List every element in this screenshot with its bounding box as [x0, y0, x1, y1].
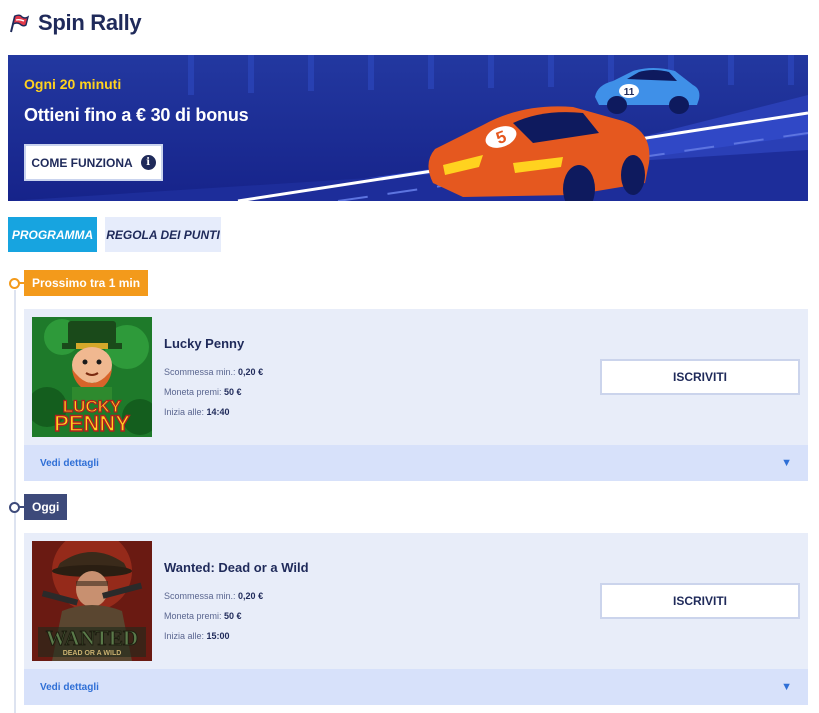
min-bet-label: Scommessa min.: — [164, 591, 236, 601]
min-bet-label: Scommessa min.: — [164, 367, 236, 377]
info-icon: i — [140, 155, 156, 170]
chevron-down-icon: ▼ — [781, 681, 792, 693]
svg-text:11: 11 — [624, 87, 635, 98]
thumbnail-logo-line2: PENNY — [54, 411, 130, 436]
join-button[interactable]: ISCRIVITI — [600, 359, 800, 395]
details-toggle[interactable]: Vedi dettagli ▼ — [24, 669, 808, 705]
prize-row: Moneta premi: 50 € — [164, 611, 242, 621]
page-header: Spin Rally — [8, 8, 142, 38]
min-bet-value: 0,20 € — [238, 591, 264, 601]
game-thumbnail[interactable]: LUCKY PENNY — [32, 317, 152, 437]
start-time-row: Inizia alle: 15:00 — [164, 631, 230, 641]
thumbnail-logo-line2: DEAD OR A WILD — [63, 650, 122, 657]
prize-value: 50 € — [224, 611, 242, 621]
start-time-row: Inizia alle: 14:40 — [164, 407, 230, 417]
details-label: Vedi dettagli — [40, 457, 99, 469]
game-thumbnail[interactable]: WANTED DEAD OR A WILD — [32, 541, 152, 661]
status-badge: Prossimo tra 1 min — [24, 270, 149, 296]
flag-icon — [10, 14, 30, 33]
tournament-card: WANTED DEAD OR A WILD Wanted: Dead or a … — [24, 533, 808, 705]
prize-row: Moneta premi: 50 € — [164, 387, 242, 397]
min-bet-value: 0,20 € — [238, 367, 264, 377]
min-bet-row: Scommessa min.: 0,20 € — [164, 367, 263, 377]
how-it-works-label: COME FUNZIONA — [31, 155, 133, 170]
game-title[interactable]: Wanted: Dead or a Wild — [164, 560, 309, 575]
join-button[interactable]: ISCRIVITI — [600, 583, 800, 619]
start-time-label: Inizia alle: — [164, 407, 205, 417]
prize-label: Moneta premi: — [164, 387, 222, 397]
start-time-value: 15:00 — [206, 631, 230, 641]
status-badge: Oggi — [24, 494, 68, 520]
chevron-down-icon: ▼ — [781, 457, 792, 469]
tab-bar: PROGRAMMA REGOLA DEI PUNTI — [8, 217, 221, 252]
details-label: Vedi dettagli — [40, 681, 99, 693]
prize-label: Moneta premi: — [164, 611, 222, 621]
banner-headline: Ottieni fino a € 30 di bonus — [24, 105, 249, 125]
promo-banner: 11 5 Ogni 20 minuti Ottieni fino a € 30 … — [8, 55, 808, 201]
prize-value: 50 € — [224, 387, 242, 397]
how-it-works-button[interactable]: COME FUNZIONA i — [24, 144, 163, 181]
details-toggle[interactable]: Vedi dettagli ▼ — [24, 445, 808, 481]
start-time-label: Inizia alle: — [164, 631, 205, 641]
tournament-card: LUCKY PENNY Lucky Penny Scommessa min.: … — [24, 309, 808, 481]
min-bet-row: Scommessa min.: 0,20 € — [164, 591, 263, 601]
tab-programma[interactable]: PROGRAMMA — [8, 217, 97, 252]
banner-subtitle: Ogni 20 minuti — [24, 76, 122, 92]
thumbnail-logo-line1: WANTED — [46, 626, 138, 650]
start-time-value: 14:40 — [206, 407, 230, 417]
game-title[interactable]: Lucky Penny — [164, 336, 244, 351]
page-title: Spin Rally — [38, 10, 142, 35]
tab-regola-dei-punti[interactable]: REGOLA DEI PUNTI — [105, 217, 221, 252]
